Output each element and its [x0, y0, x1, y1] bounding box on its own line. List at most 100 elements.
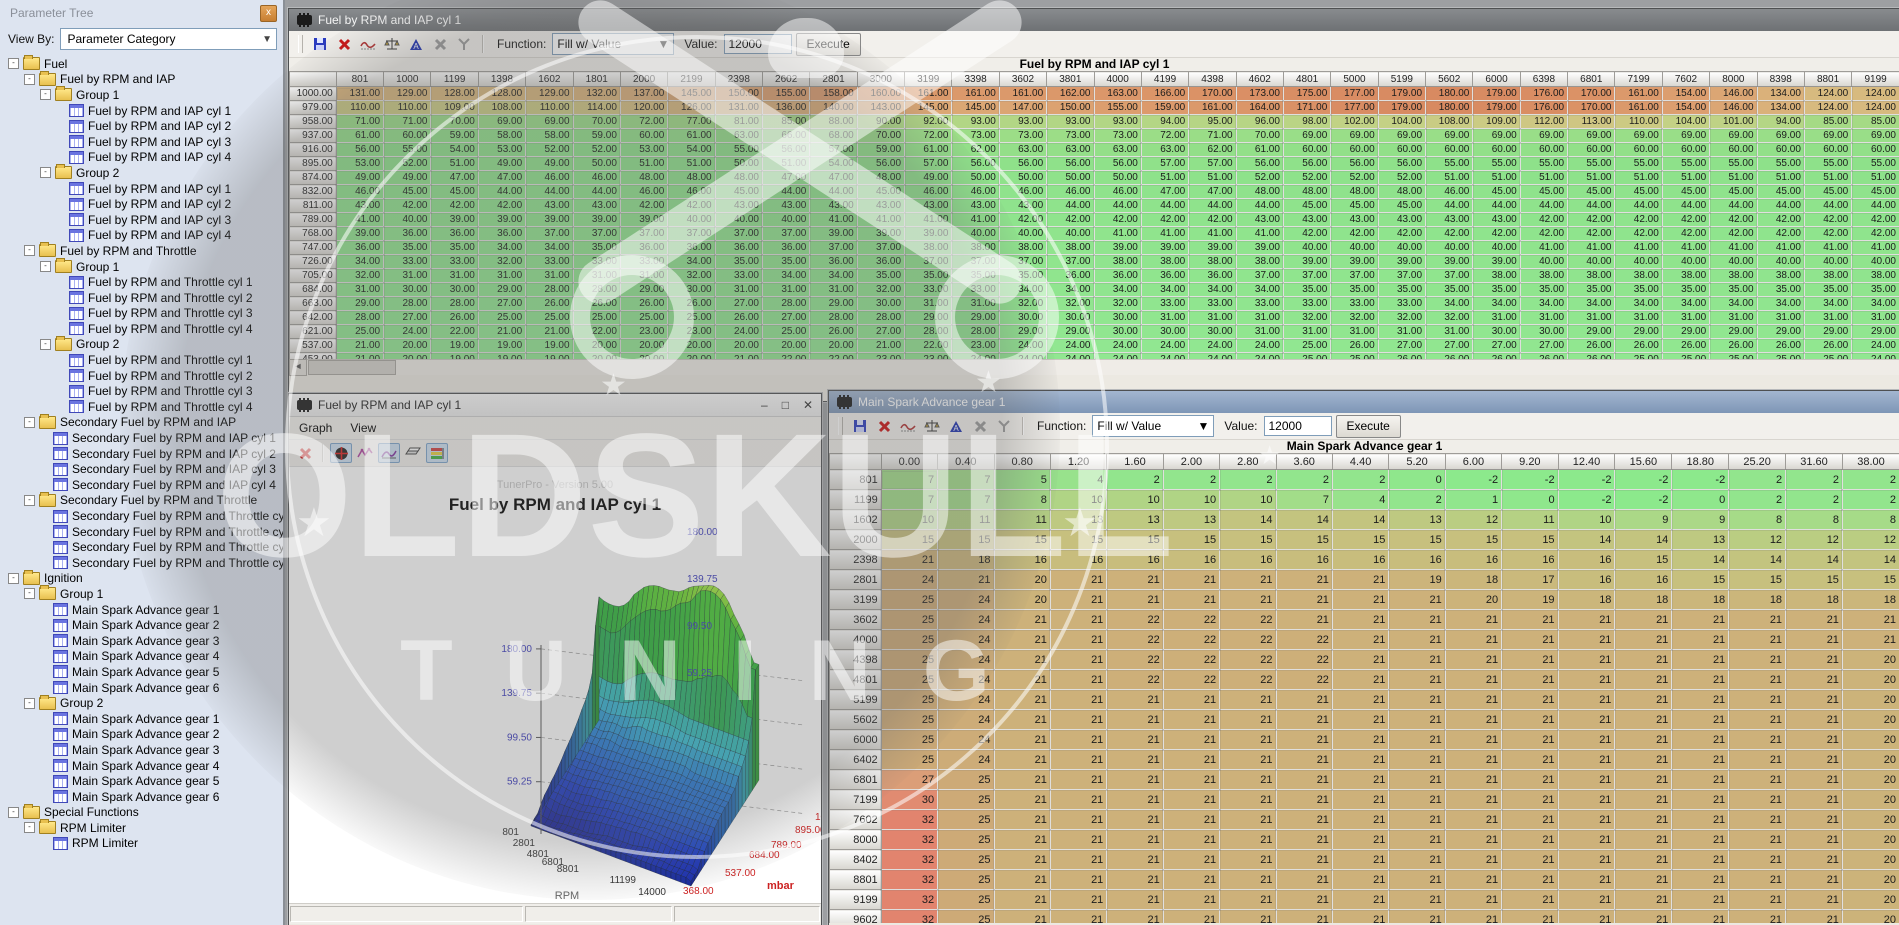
table-cell[interactable]: 45.00: [1804, 185, 1851, 199]
table-cell[interactable]: 32: [881, 870, 937, 890]
table-cell[interactable]: 63.00: [1094, 143, 1141, 157]
row-header[interactable]: 895.00: [290, 157, 337, 171]
toolbar-grip[interactable]: [298, 35, 303, 53]
table-cell[interactable]: 21: [994, 770, 1050, 790]
table-cell[interactable]: 31.00: [620, 269, 667, 283]
table-cell[interactable]: 12: [1786, 530, 1843, 550]
column-header[interactable]: 1199: [431, 72, 478, 87]
table-cell[interactable]: 39.00: [1094, 241, 1141, 255]
table-cell[interactable]: 21: [1842, 630, 1899, 650]
table-cell[interactable]: 37.00: [762, 227, 809, 241]
delete-x-icon[interactable]: [874, 417, 894, 435]
table-cell[interactable]: 52.00: [1331, 171, 1378, 185]
disabled-x-icon[interactable]: [430, 35, 450, 53]
table-cell[interactable]: 35.00: [905, 269, 952, 283]
table-cell[interactable]: 62.00: [1189, 143, 1236, 157]
table-cell[interactable]: 56.00: [336, 143, 383, 157]
table-cell[interactable]: 20.00: [668, 339, 715, 353]
table-cell[interactable]: 35.00: [1710, 283, 1757, 297]
row-header[interactable]: 642.00: [290, 311, 337, 325]
column-header[interactable]: 2199: [668, 72, 715, 87]
tree-expand-icon[interactable]: -: [24, 74, 35, 85]
table-cell[interactable]: 29.00: [1568, 325, 1615, 339]
table-cell[interactable]: 51.00: [1804, 171, 1851, 185]
table-cell[interactable]: 40.00: [1710, 255, 1757, 269]
table-cell[interactable]: 21: [1558, 610, 1615, 630]
table-cell[interactable]: 21: [1050, 570, 1106, 590]
table-cell[interactable]: 21: [1445, 830, 1501, 850]
table-cell[interactable]: 21: [1389, 610, 1445, 630]
table-cell[interactable]: 55.00: [1615, 157, 1662, 171]
table-cell[interactable]: 143.00: [857, 101, 904, 115]
table-cell[interactable]: 19.00: [526, 339, 573, 353]
table-cell[interactable]: 40.00: [1757, 255, 1804, 269]
tree-table-item[interactable]: Main Spark Advance gear 4: [4, 758, 283, 774]
tree-table-item[interactable]: Fuel by RPM and Throttle cyl 3: [4, 306, 283, 322]
table-cell[interactable]: 11: [994, 510, 1050, 530]
table-cell[interactable]: 45.00: [1757, 185, 1804, 199]
tree-expand-icon[interactable]: -: [40, 89, 51, 100]
table-cell[interactable]: 21: [1050, 650, 1106, 670]
table-cell[interactable]: 42.00: [1283, 227, 1330, 241]
table-cell[interactable]: 177.00: [1331, 87, 1378, 101]
table-cell[interactable]: 81.00: [715, 115, 762, 129]
table-cell[interactable]: 51.00: [668, 157, 715, 171]
table-cell[interactable]: 39.00: [810, 227, 857, 241]
table-cell[interactable]: 21: [1050, 830, 1106, 850]
table-cell[interactable]: 56.00: [1094, 157, 1141, 171]
table-cell[interactable]: 47.00: [478, 171, 525, 185]
table-cell[interactable]: 21: [1389, 710, 1445, 730]
table-cell[interactable]: 59.00: [857, 143, 904, 157]
table-cell[interactable]: 21: [1332, 850, 1388, 870]
table-cell[interactable]: 137.00: [620, 87, 667, 101]
table-cell[interactable]: 25: [938, 910, 994, 924]
table-cell[interactable]: 21: [1107, 830, 1163, 850]
table-cell[interactable]: 49.00: [478, 157, 525, 171]
table-cell[interactable]: 20: [1842, 870, 1899, 890]
table-cell[interactable]: 21: [1050, 670, 1106, 690]
table-cell[interactable]: 15: [1502, 530, 1558, 550]
table-cell[interactable]: 21: [1615, 890, 1672, 910]
table-cell[interactable]: 20: [994, 590, 1050, 610]
table-cell[interactable]: 51.00: [1710, 171, 1757, 185]
table-cell[interactable]: 60.00: [1473, 143, 1520, 157]
table-cell[interactable]: 55.00: [1852, 157, 1899, 171]
row-header[interactable]: 705.00: [290, 269, 337, 283]
table-cell[interactable]: 44.00: [1852, 199, 1899, 213]
tree-table-item[interactable]: Main Spark Advance gear 1: [4, 711, 283, 727]
table-cell[interactable]: 21: [1389, 770, 1445, 790]
table-cell[interactable]: 21: [1729, 710, 1786, 730]
table-cell[interactable]: 31.00: [1757, 311, 1804, 325]
table-cell[interactable]: 27.00: [857, 325, 904, 339]
table-cell[interactable]: 77.00: [668, 115, 715, 129]
row-header[interactable]: 3199: [830, 590, 882, 610]
table-cell[interactable]: 45.00: [1520, 185, 1567, 199]
table-cell[interactable]: 70.00: [1236, 129, 1283, 143]
table-cell[interactable]: 21: [1502, 830, 1558, 850]
table-cell[interactable]: 15: [881, 530, 937, 550]
table-cell[interactable]: 69.00: [1520, 129, 1567, 143]
table-cell[interactable]: 21: [1502, 710, 1558, 730]
table-cell[interactable]: 50.00: [952, 171, 999, 185]
table-cell[interactable]: 21: [1220, 870, 1276, 890]
table-cell[interactable]: 21: [994, 730, 1050, 750]
table-cell[interactable]: 48.00: [1378, 185, 1425, 199]
table-cell[interactable]: 2: [1729, 470, 1786, 490]
table-cell[interactable]: 21: [1445, 630, 1501, 650]
table-cell[interactable]: 93.00: [1094, 115, 1141, 129]
row-header[interactable]: 621.00: [290, 325, 337, 339]
table-cell[interactable]: 34.00: [1757, 297, 1804, 311]
table-cell[interactable]: 21: [1445, 750, 1501, 770]
row-header[interactable]: 6402: [830, 750, 882, 770]
table-cell[interactable]: 21: [1050, 810, 1106, 830]
table-cell[interactable]: 21: [881, 550, 937, 570]
table-cell[interactable]: 38.00: [1757, 269, 1804, 283]
table-cell[interactable]: 51.00: [1141, 171, 1188, 185]
table-cell[interactable]: 21: [1163, 730, 1219, 750]
table-cell[interactable]: 113.00: [1568, 115, 1615, 129]
table-cell[interactable]: 43.00: [336, 199, 383, 213]
table-cell[interactable]: 155.00: [762, 87, 809, 101]
table-cell[interactable]: 46.00: [668, 185, 715, 199]
row-header[interactable]: 4398: [830, 650, 882, 670]
table-cell[interactable]: 11: [938, 510, 994, 530]
